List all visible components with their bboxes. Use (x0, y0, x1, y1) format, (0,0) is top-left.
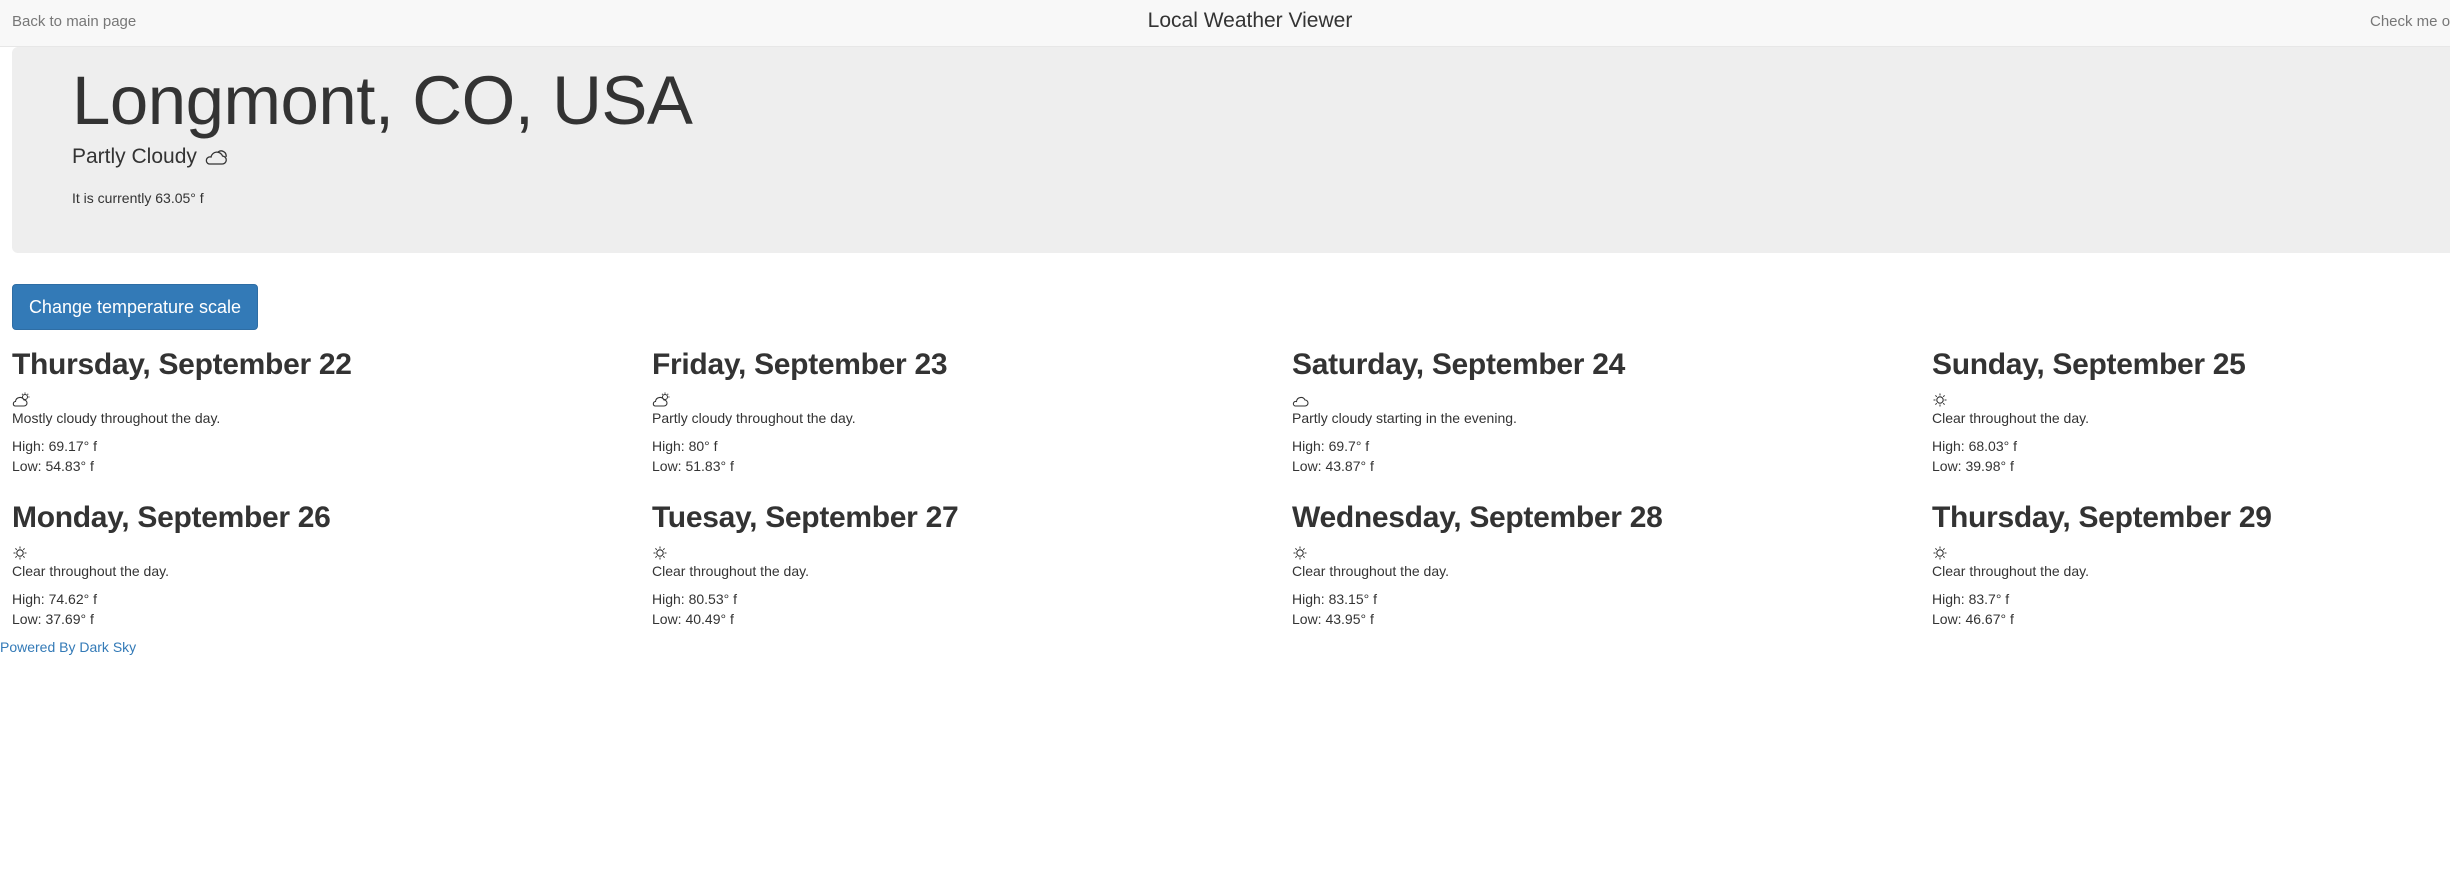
partly-cloudy-day-icon (12, 392, 30, 407)
forecast-day-title: Friday, September 23 (652, 348, 948, 381)
current-weather-panel: Longmont, CO, USA Partly Cloudy It is cu… (12, 47, 2450, 253)
current-summary-text: Partly Cloudy (72, 145, 197, 168)
forecast-low: Low: 43.95° f (1292, 611, 1374, 627)
forecast-description: Clear throughout the day. (652, 563, 809, 579)
forecast-description: Clear throughout the day. (1932, 563, 2089, 579)
clear-day-icon (1933, 393, 1947, 407)
navbar: Back to main page Local Weather Viewer C… (0, 0, 2450, 47)
clear-day-icon (653, 546, 667, 560)
partly-cloudy-icon (203, 147, 229, 167)
partly-cloudy-day-icon (652, 392, 670, 407)
city-name: Longmont, CO, USA (72, 62, 693, 139)
current-summary: Partly Cloudy (72, 145, 229, 169)
clear-day-icon (1933, 546, 1947, 560)
forecast-low: Low: 43.87° f (1292, 458, 1374, 474)
forecast-day-title: Monday, September 26 (12, 501, 331, 534)
forecast-description: Clear throughout the day. (12, 563, 169, 579)
forecast-description: Clear throughout the day. (1292, 563, 1449, 579)
forecast-day-title: Sunday, September 25 (1932, 348, 2246, 381)
clear-day-icon (1293, 546, 1307, 560)
forecast-high: High: 69.7° f (1292, 438, 1370, 454)
forecast-high: High: 83.15° f (1292, 591, 1377, 607)
forecast-description: Partly cloudy starting in the evening. (1292, 410, 1517, 426)
forecast-day-title: Tuesay, September 27 (652, 501, 959, 534)
forecast-day-title: Wednesday, September 28 (1292, 501, 1663, 534)
forecast-day-title: Thursday, September 29 (1932, 501, 2272, 534)
powered-by-dark-sky-link[interactable]: Powered By Dark Sky (0, 639, 136, 655)
forecast-low: Low: 37.69° f (12, 611, 94, 627)
change-temperature-scale-button[interactable]: Change temperature scale (12, 284, 258, 330)
forecast-high: High: 68.03° f (1932, 438, 2017, 454)
forecast-day-title: Thursday, September 22 (12, 348, 352, 381)
forecast-high: High: 83.7° f (1932, 591, 2010, 607)
forecast-description: Mostly cloudy throughout the day. (12, 410, 221, 426)
clear-day-icon (13, 546, 27, 560)
forecast-high: High: 80° f (652, 438, 718, 454)
forecast-low: Low: 39.98° f (1932, 458, 2014, 474)
forecast-high: High: 80.53° f (652, 591, 737, 607)
app-title[interactable]: Local Weather Viewer (0, 9, 2450, 33)
forecast-high: High: 69.17° f (12, 438, 97, 454)
forecast-low: Low: 54.83° f (12, 458, 94, 474)
current-temperature: It is currently 63.05° f (72, 190, 204, 206)
forecast-low: Low: 40.49° f (652, 611, 734, 627)
cloudy-icon (1292, 396, 1309, 407)
forecast-high: High: 74.62° f (12, 591, 97, 607)
forecast-low: Low: 51.83° f (652, 458, 734, 474)
forecast-day-title: Saturday, September 24 (1292, 348, 1625, 381)
forecast-description: Clear throughout the day. (1932, 410, 2089, 426)
forecast-description: Partly cloudy throughout the day. (652, 410, 856, 426)
forecast-low: Low: 46.67° f (1932, 611, 2014, 627)
check-me-out-link[interactable]: Check me ou (2370, 13, 2450, 30)
